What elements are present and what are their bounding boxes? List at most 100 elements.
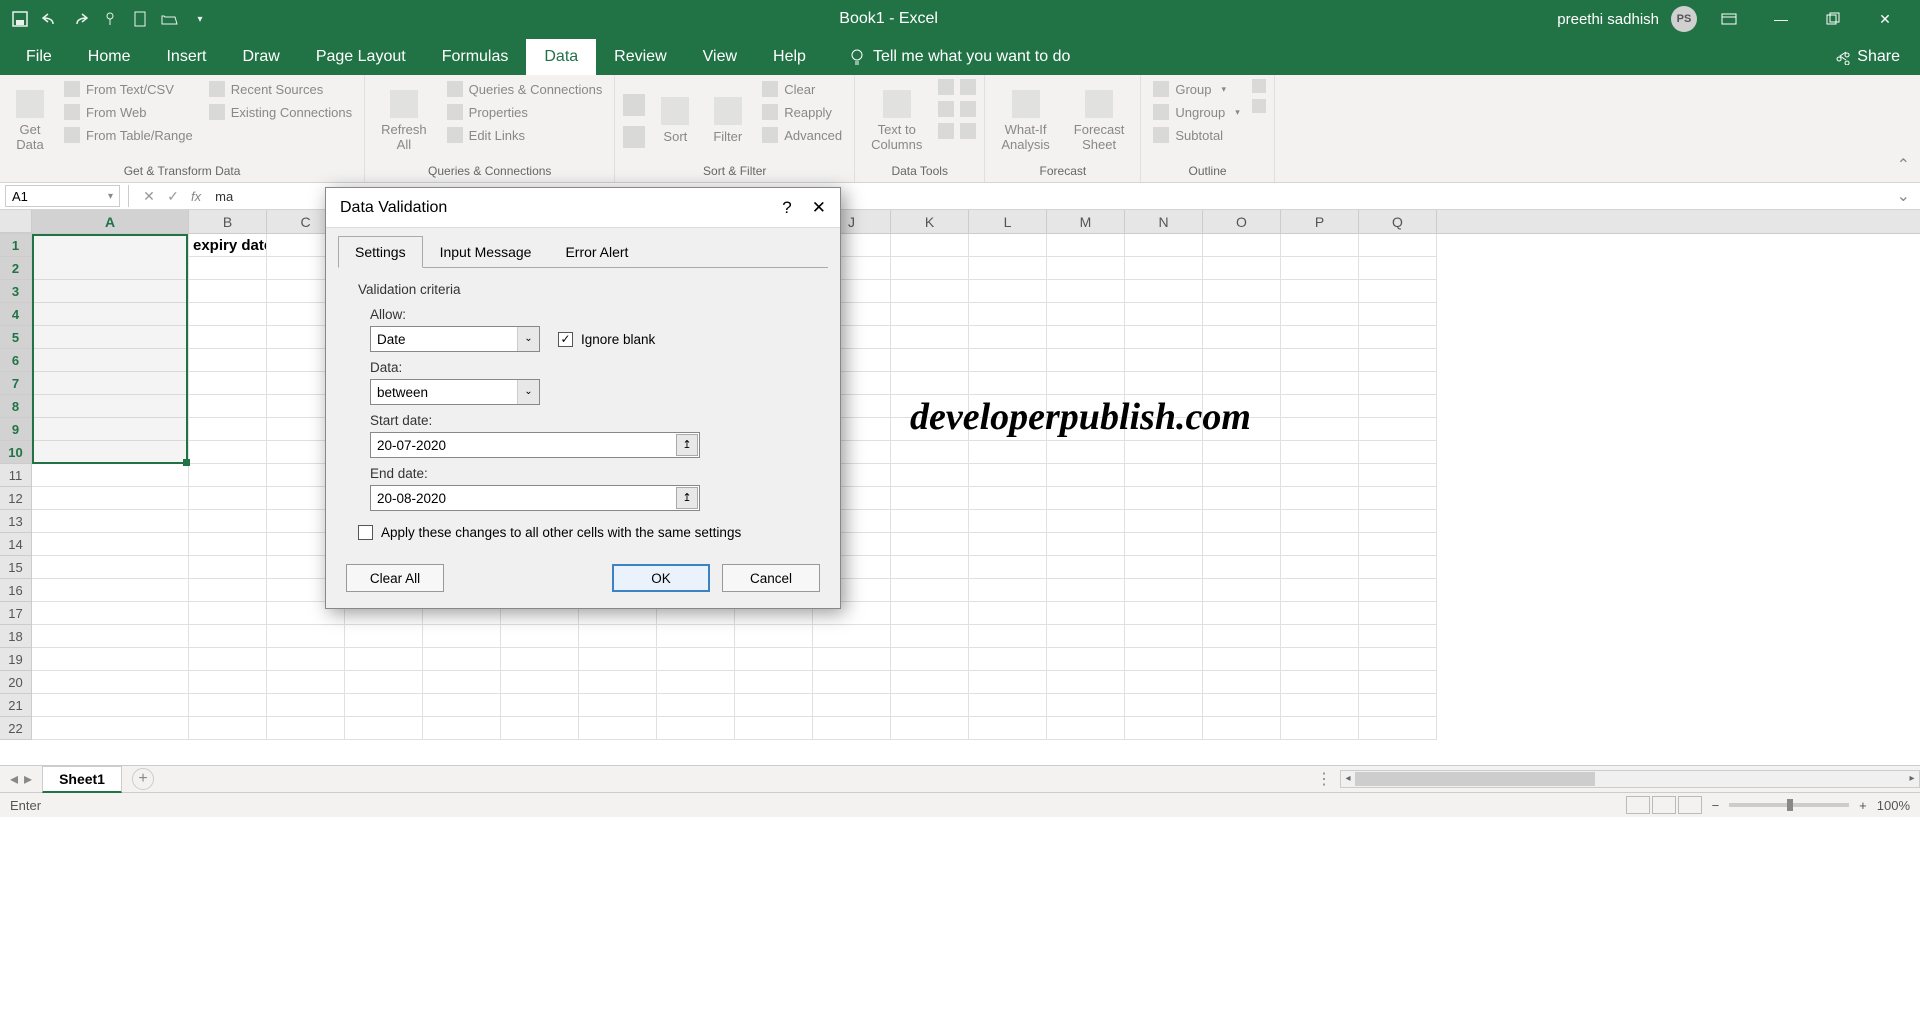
row-header[interactable]: 3 — [0, 280, 32, 303]
cell[interactable] — [1281, 372, 1359, 395]
clear-all-button[interactable]: Clear All — [346, 564, 444, 592]
save-icon[interactable] — [10, 9, 30, 29]
insert-function-icon[interactable]: fx — [185, 189, 207, 204]
cell[interactable] — [1359, 602, 1437, 625]
cell[interactable] — [1047, 648, 1125, 671]
tab-file[interactable]: File — [8, 39, 70, 75]
hide-detail-icon[interactable] — [1252, 99, 1266, 113]
cell[interactable] — [969, 234, 1047, 257]
cell[interactable] — [891, 349, 969, 372]
cell[interactable] — [1281, 602, 1359, 625]
cell[interactable] — [189, 556, 267, 579]
chevron-down-icon[interactable]: ▾ — [108, 191, 113, 202]
cell[interactable] — [1281, 418, 1359, 441]
cell[interactable] — [891, 533, 969, 556]
cell[interactable] — [1203, 579, 1281, 602]
cell[interactable] — [969, 349, 1047, 372]
relationships-icon[interactable] — [960, 101, 976, 117]
sort-az-icon[interactable] — [623, 94, 645, 116]
cell[interactable] — [189, 372, 267, 395]
row-header[interactable]: 17 — [0, 602, 32, 625]
cell[interactable] — [1047, 533, 1125, 556]
cell[interactable] — [32, 510, 189, 533]
cell[interactable] — [189, 487, 267, 510]
dialog-titlebar[interactable]: Data Validation ? ✕ — [326, 188, 840, 228]
row-header[interactable]: 13 — [0, 510, 32, 533]
cell[interactable] — [891, 717, 969, 740]
cell[interactable] — [189, 533, 267, 556]
tab-formulas[interactable]: Formulas — [424, 39, 527, 75]
cell[interactable] — [1047, 671, 1125, 694]
cancel-formula-icon[interactable]: ✕ — [137, 188, 161, 205]
close-icon[interactable]: ✕ — [812, 198, 826, 218]
row-header[interactable]: 7 — [0, 372, 32, 395]
cell[interactable] — [813, 717, 891, 740]
scroll-left-icon[interactable]: ◂ — [1341, 771, 1355, 787]
row-header[interactable]: 18 — [0, 625, 32, 648]
row-header[interactable]: 4 — [0, 303, 32, 326]
cell[interactable] — [1359, 556, 1437, 579]
cell[interactable] — [32, 257, 189, 280]
cell[interactable] — [1047, 280, 1125, 303]
cell[interactable] — [32, 579, 189, 602]
cell[interactable] — [657, 717, 735, 740]
cell[interactable] — [969, 418, 1047, 441]
cell[interactable] — [969, 648, 1047, 671]
open-icon[interactable] — [160, 9, 180, 29]
maximize-icon[interactable] — [1813, 4, 1853, 34]
cell[interactable] — [1047, 510, 1125, 533]
cell[interactable] — [969, 326, 1047, 349]
sheet-tab-active[interactable]: Sheet1 — [42, 766, 122, 793]
cell[interactable] — [891, 510, 969, 533]
cell[interactable] — [501, 694, 579, 717]
cell[interactable] — [969, 303, 1047, 326]
cell[interactable] — [1359, 303, 1437, 326]
cell[interactable] — [1047, 694, 1125, 717]
minimize-icon[interactable]: — — [1761, 4, 1801, 34]
cell[interactable] — [32, 441, 189, 464]
cell[interactable] — [813, 694, 891, 717]
filter-button[interactable]: Filter — [705, 79, 750, 162]
row-header[interactable]: 15 — [0, 556, 32, 579]
cell[interactable] — [1125, 579, 1203, 602]
cell[interactable] — [1047, 303, 1125, 326]
cell[interactable] — [1281, 326, 1359, 349]
cell[interactable] — [345, 648, 423, 671]
ok-button[interactable]: OK — [612, 564, 710, 592]
cell[interactable] — [1047, 625, 1125, 648]
cell[interactable] — [1203, 625, 1281, 648]
cell[interactable] — [1359, 717, 1437, 740]
cell[interactable] — [969, 372, 1047, 395]
cell[interactable] — [1281, 671, 1359, 694]
cell[interactable] — [1125, 441, 1203, 464]
cell[interactable] — [32, 671, 189, 694]
from-text-csv-button[interactable]: From Text/CSV — [60, 79, 197, 99]
cell[interactable] — [1281, 533, 1359, 556]
cell[interactable] — [1203, 648, 1281, 671]
cell[interactable] — [891, 395, 969, 418]
cell[interactable] — [345, 694, 423, 717]
zoom-slider[interactable] — [1729, 803, 1849, 807]
queries-connections-button[interactable]: Queries & Connections — [443, 79, 607, 99]
cell[interactable] — [1359, 671, 1437, 694]
cell[interactable] — [1047, 579, 1125, 602]
cell[interactable] — [891, 326, 969, 349]
sheet-nav-next-icon[interactable]: ▸ — [24, 769, 32, 789]
cell[interactable] — [1125, 303, 1203, 326]
cell[interactable] — [1125, 234, 1203, 257]
cell[interactable] — [189, 418, 267, 441]
cell[interactable] — [1047, 257, 1125, 280]
cell[interactable] — [1281, 234, 1359, 257]
cell[interactable] — [891, 671, 969, 694]
chevron-down-icon[interactable]: ⌄ — [517, 380, 539, 404]
cell[interactable] — [1125, 464, 1203, 487]
cell[interactable] — [189, 694, 267, 717]
cell[interactable] — [267, 694, 345, 717]
cell[interactable] — [1359, 418, 1437, 441]
zoom-level[interactable]: 100% — [1877, 798, 1910, 813]
end-date-input[interactable]: 20-08-2020 ↥ — [370, 485, 700, 511]
row-header[interactable]: 22 — [0, 717, 32, 740]
tab-view[interactable]: View — [685, 39, 755, 75]
data-combobox[interactable]: between ⌄ — [370, 379, 540, 405]
name-box[interactable]: A1 ▾ — [5, 185, 120, 207]
